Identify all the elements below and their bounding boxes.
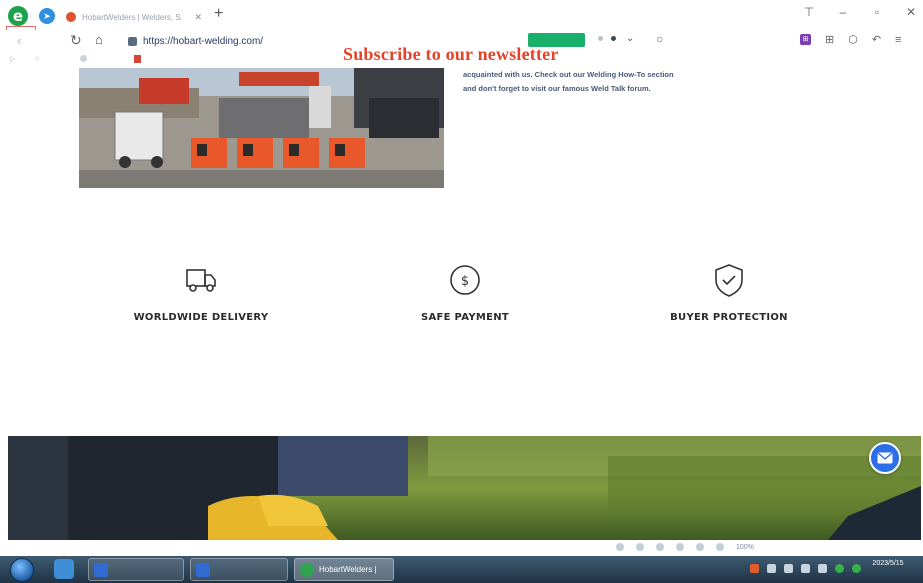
dollar-coin-icon: $ xyxy=(445,260,485,300)
task-label: HobartWelders | xyxy=(319,565,377,574)
newsletter-title: Subscribe to our newsletter xyxy=(343,44,559,64)
status-icon[interactable] xyxy=(676,543,684,551)
envelope-icon xyxy=(877,452,893,464)
addr-indicator-dots xyxy=(598,36,616,41)
feature-safe-payment: $ SAFE PAYMENT xyxy=(355,260,575,331)
display-icon[interactable] xyxy=(818,564,827,573)
status-icon[interactable] xyxy=(656,543,664,551)
star-icon: ☆ xyxy=(34,56,41,63)
bookmark-favicon-icon xyxy=(80,55,87,62)
search-icon[interactable]: ○ xyxy=(656,32,663,46)
status-icon[interactable] xyxy=(636,543,644,551)
browser-pinned-icon[interactable] xyxy=(54,559,74,579)
undo-icon[interactable]: ↶ xyxy=(872,33,881,46)
windows-taskbar: HobartWelders | 2023/5/15 xyxy=(0,556,923,583)
browser-task-icon xyxy=(300,562,314,577)
grid-icon[interactable]: ⊞ xyxy=(825,33,834,46)
menu-icon[interactable]: ≡ xyxy=(895,34,901,46)
new-tab-button[interactable]: + xyxy=(214,5,223,23)
tray-expand-icon[interactable] xyxy=(767,564,776,573)
svg-text:$: $ xyxy=(461,274,469,289)
clock-date: 2023/5/15 xyxy=(872,560,904,567)
system-tray xyxy=(750,564,861,573)
tab-hobart[interactable]: HobartWelders | Welders, S ✕ xyxy=(60,6,208,28)
tray-green-icon[interactable] xyxy=(852,564,861,573)
hero-text-line: and don't forget to visit our famous Wel… xyxy=(463,84,651,93)
status-icon[interactable] xyxy=(696,543,704,551)
chevron-down-icon[interactable]: ⌄ xyxy=(626,33,634,44)
bookmark-sidebar[interactable]: ▷ xyxy=(10,55,15,63)
status-items: 100% xyxy=(616,543,754,551)
feature-buyer-protection: BUYER PROTECTION xyxy=(619,260,839,331)
start-button[interactable] xyxy=(10,558,34,582)
features-row: WORLDWIDE DELIVERY $ SAFE PAYMENT BUYER … xyxy=(0,260,923,370)
dot-icon xyxy=(611,36,616,41)
document-icon xyxy=(196,562,210,577)
sidebar-toggle-icon: ▷ xyxy=(10,56,16,63)
status-icon[interactable] xyxy=(716,543,724,551)
shirt-icon[interactable]: ⊤ xyxy=(803,5,815,19)
bookmark-item[interactable] xyxy=(80,55,90,62)
status-icon[interactable] xyxy=(616,543,624,551)
url-text: https://hobart-welding.com/ xyxy=(143,35,264,47)
tray-app-icon[interactable] xyxy=(750,564,759,573)
feature-title: BUYER PROTECTION xyxy=(670,312,788,323)
lock-icon xyxy=(128,36,137,46)
feature-title: WORLDWIDE DELIVERY xyxy=(133,312,269,323)
hero-text: acquainted with us. Check out our Weldin… xyxy=(463,68,723,96)
purple-extension-icon[interactable]: ⊞ xyxy=(800,34,811,45)
mail-chat-button[interactable] xyxy=(869,442,901,474)
screen: e ➤ HobartWelders | Welders, S ✕ + ⊤ – ▫… xyxy=(0,0,923,583)
bookmark-red-icon xyxy=(134,55,141,63)
hero-text-line: acquainted with us. Check out our Weldin… xyxy=(463,70,674,79)
zoom-level[interactable]: 100% xyxy=(736,544,754,551)
telegram-icon[interactable]: ➤ xyxy=(39,8,55,24)
taskbar-task-doc2[interactable] xyxy=(190,558,288,581)
document-icon xyxy=(94,562,108,577)
back-icon[interactable]: ‹ xyxy=(17,33,21,48)
minimize-button[interactable]: – xyxy=(837,5,849,19)
tray-green-icon[interactable] xyxy=(835,564,844,573)
taskbar-clock[interactable]: 2023/5/15 xyxy=(861,559,915,569)
network-icon[interactable] xyxy=(801,564,810,573)
reload-icon[interactable]: ↻ xyxy=(70,32,82,49)
window-controls: ⊤ – ▫ ✕ xyxy=(803,5,917,19)
shield-check-icon xyxy=(709,260,749,300)
maximize-button[interactable]: ▫ xyxy=(871,5,883,19)
taskbar-task-doc[interactable] xyxy=(88,558,184,581)
bookmark-item[interactable] xyxy=(134,55,144,63)
browser-logo-icon[interactable]: e xyxy=(8,6,28,26)
shape-icon[interactable]: ⬡ xyxy=(848,33,858,46)
feature-title: SAFE PAYMENT xyxy=(420,312,510,323)
bookmark-item[interactable]: ☆ xyxy=(34,55,43,63)
toolbar-extensions: ⊞ ⊞ ⬡ ↶ ≡ xyxy=(800,33,901,46)
volume-icon[interactable] xyxy=(784,564,793,573)
home-icon[interactable]: ⌂ xyxy=(95,32,103,47)
welders-photo xyxy=(79,68,444,188)
newsletter-banner xyxy=(8,436,921,540)
feature-worldwide-delivery: WORLDWIDE DELIVERY xyxy=(91,260,311,331)
dot-icon xyxy=(598,36,603,41)
hobart-favicon-icon xyxy=(66,12,76,22)
tab-title: HobartWelders | Welders, S xyxy=(82,12,181,22)
truck-icon xyxy=(181,260,221,300)
browser-status-bar: 100% xyxy=(0,540,923,556)
tab-close-icon[interactable]: ✕ xyxy=(194,12,202,23)
close-window-button[interactable]: ✕ xyxy=(905,5,917,19)
browser-tab-bar: e ➤ HobartWelders | Welders, S ✕ + ⊤ – ▫… xyxy=(0,0,923,35)
taskbar-task-hobart[interactable]: HobartWelders | xyxy=(294,558,394,581)
